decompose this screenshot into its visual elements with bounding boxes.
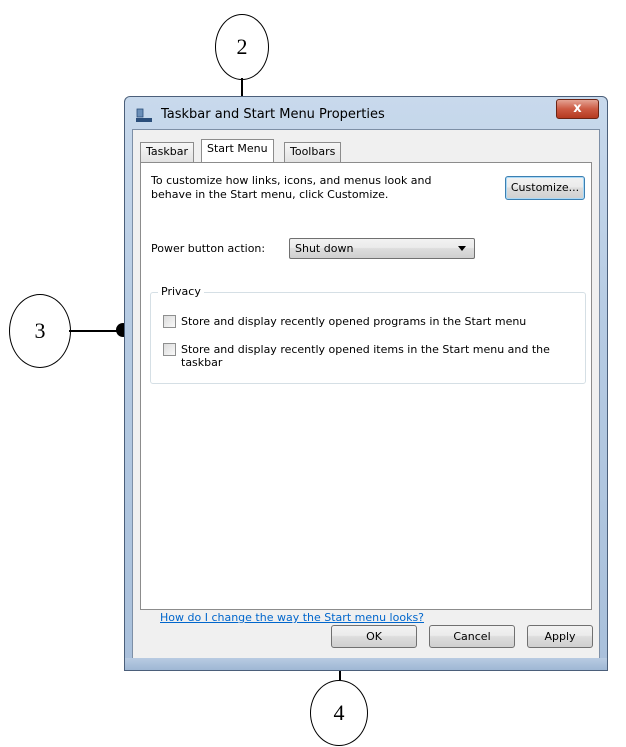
power-button-value: Shut down [295, 242, 354, 255]
callout-2-label: 2 [236, 34, 248, 59]
customize-description: To customize how links, icons, and menus… [151, 174, 432, 201]
callout-3: 3 [9, 294, 71, 368]
tab-start-menu-label: Start Menu [207, 142, 268, 155]
chevron-down-icon [458, 246, 466, 251]
title-bar[interactable]: Taskbar and Start Menu Properties x [125, 97, 607, 131]
privacy-group-title: Privacy [158, 285, 204, 298]
apply-button[interactable]: Apply [527, 625, 593, 648]
help-link[interactable]: How do I change the way the Start menu l… [160, 611, 424, 624]
recent-items-label: Store and display recently opened items … [181, 343, 550, 369]
privacy-group: Privacy Store and display recently opene… [150, 285, 586, 384]
window-bottom-frame [125, 658, 607, 670]
tab-taskbar-label: Taskbar [146, 145, 188, 158]
recent-items-checkbox[interactable] [163, 343, 176, 356]
tab-toolbars[interactable]: Toolbars [284, 142, 342, 162]
privacy-option-items[interactable]: Store and display recently opened items … [163, 343, 573, 371]
start-menu-panel: To customize how links, icons, and menus… [140, 162, 592, 624]
window-title: Taskbar and Start Menu Properties [161, 107, 385, 122]
close-button[interactable]: x [556, 99, 599, 119]
recent-programs-checkbox[interactable] [163, 315, 176, 328]
dialog-client-area: Taskbar Start Menu Toolbars To customize… [132, 129, 600, 659]
tab-toolbars-label: Toolbars [290, 145, 336, 158]
ok-button[interactable]: OK [331, 625, 417, 648]
callout-4-label: 4 [333, 700, 345, 725]
callout-2: 2 [215, 14, 269, 80]
close-icon: x [573, 101, 582, 116]
customize-button[interactable]: Customize... [505, 176, 585, 200]
power-button-label: Power button action: [151, 242, 266, 255]
power-button-select[interactable]: Shut down [289, 238, 475, 259]
privacy-option-programs[interactable]: Store and display recently opened progra… [163, 315, 573, 329]
callout-4: 4 [310, 680, 368, 746]
callout-3-leader [69, 330, 123, 332]
recent-programs-label: Store and display recently opened progra… [181, 315, 527, 328]
cancel-button[interactable]: Cancel [429, 625, 515, 648]
properties-window: Taskbar and Start Menu Properties x Task… [124, 96, 608, 671]
tab-taskbar[interactable]: Taskbar [140, 142, 194, 162]
callout-3-label: 3 [34, 318, 46, 343]
taskbar-app-icon [136, 108, 152, 122]
tab-start-menu[interactable]: Start Menu [201, 139, 274, 162]
